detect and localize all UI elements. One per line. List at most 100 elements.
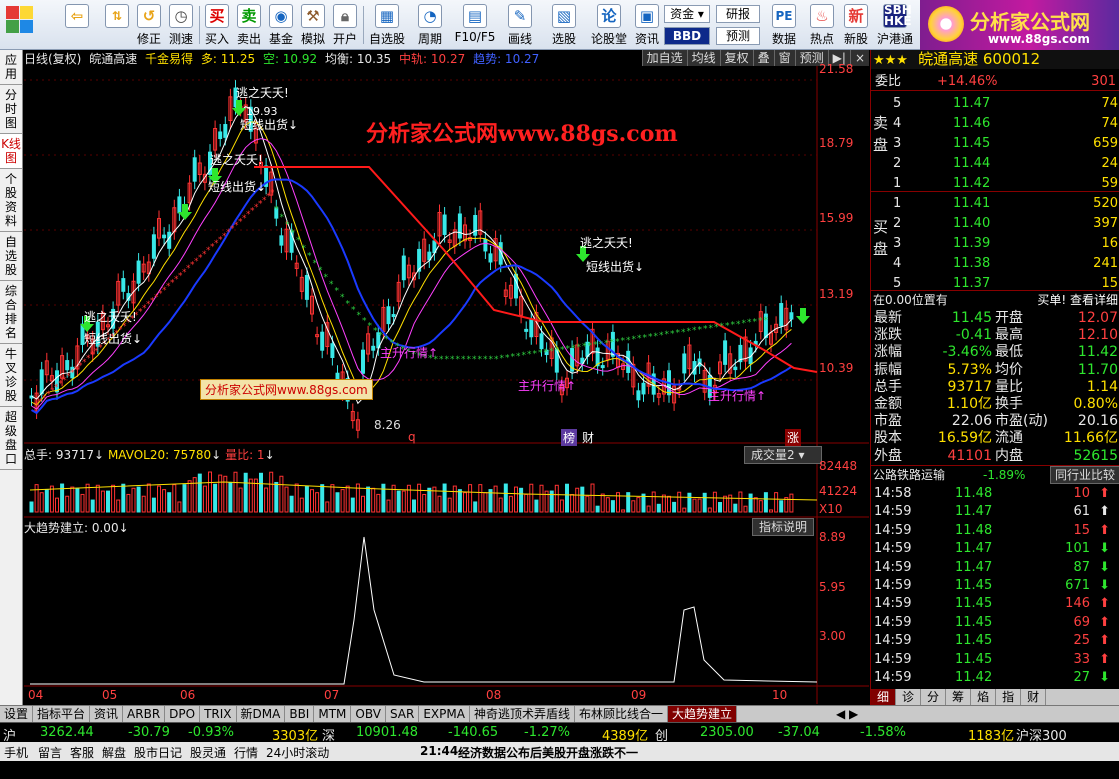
tab-apps[interactable]: 应用	[0, 50, 22, 85]
indicator-tab[interactable]: BBI	[285, 706, 315, 722]
news-button[interactable]: ▣ 资讯	[632, 3, 662, 47]
industry-name[interactable]: 公路铁路运输	[873, 468, 945, 482]
indicator-tab[interactable]: 新DMA	[237, 706, 286, 722]
kline-canvas[interactable]: * * * * * * * * * * * * * * * * * * * * * * * * * * * * * * * * * * * * * * * *…	[24, 50, 869, 705]
capital-button[interactable]: 资金 ▾	[664, 5, 710, 23]
event-tag[interactable]: 财	[582, 429, 594, 446]
tab-profile[interactable]: 个股资料	[0, 169, 22, 232]
hot-button[interactable]: ♨ 热点	[806, 3, 838, 47]
indicator-tab[interactable]: DPO	[165, 706, 201, 722]
indicator-tab[interactable]: 设置	[0, 706, 34, 722]
quote-tab[interactable]: 筹	[946, 689, 972, 705]
indicator-tab[interactable]: 神奇逃顶术弄盾线	[470, 706, 575, 722]
indicator-tab[interactable]: 资讯	[90, 706, 124, 722]
quotes-link[interactable]: 行情	[234, 744, 258, 761]
new-stock-button[interactable]: 新 新股	[840, 3, 872, 47]
sell-level-row[interactable]: 5 11.47 74	[871, 94, 1119, 113]
sell-button[interactable]: 卖 卖出	[234, 3, 264, 47]
buy-level-row[interactable]: 3 11.39 16	[871, 234, 1119, 253]
stat-label: 量比	[995, 378, 1023, 395]
indicator-tab[interactable]: 大趋势建立	[667, 706, 737, 722]
period-button[interactable]: ◔ 周期	[412, 3, 448, 47]
indicator-tab[interactable]: SAR	[386, 706, 420, 722]
tab-kline[interactable]: K线图	[0, 134, 22, 169]
back-button[interactable]: ⇦	[62, 3, 92, 47]
revise-button[interactable]: ↺ 修正	[134, 3, 164, 47]
forum-button[interactable]: 论 论股堂	[588, 3, 630, 47]
quote-tab[interactable]: 诊	[896, 689, 922, 705]
tick-volume: 33	[1073, 651, 1090, 667]
forecast-button[interactable]: 预测	[716, 27, 760, 45]
quote-tab[interactable]: 焰	[971, 689, 997, 705]
quote-tab[interactable]: 分	[921, 689, 947, 705]
watchlist-button[interactable]: ▦ 自选股	[366, 3, 408, 47]
tab-diagnosis[interactable]: 牛叉诊股	[0, 344, 22, 407]
indicator-tab[interactable]: ARBR	[123, 706, 166, 722]
period-label[interactable]: 日线(复权)	[24, 52, 81, 66]
window-button[interactable]: 窗	[773, 50, 795, 66]
overlay-button[interactable]: 叠	[752, 50, 774, 66]
kline-chart[interactable]: * * * * * * * * * * * * * * * * * * * * * * * * * * * * * * * * * * * * * * * *…	[24, 50, 869, 705]
message-link[interactable]: 留言	[38, 744, 62, 761]
tab-scroll-arrows-icon[interactable]: ◀ ▶	[836, 706, 858, 722]
buy-level-row[interactable]: 4 11.38 241	[871, 254, 1119, 273]
quote-tab[interactable]: 财	[1021, 689, 1047, 705]
indicator-tab[interactable]: 指标平台	[33, 706, 91, 722]
industry-compare-button[interactable]: 同行业比较	[1049, 466, 1119, 484]
bbd-button[interactable]: BBD	[664, 27, 710, 45]
service-link[interactable]: 客服	[70, 744, 94, 761]
diary-link[interactable]: 股市日记	[134, 744, 182, 761]
sell-level-row[interactable]: 4 11.46 74	[871, 114, 1119, 133]
volume-bar	[738, 491, 743, 513]
rolling-news-link[interactable]: 24小时滚动	[266, 744, 329, 761]
event-tag[interactable]: 涨	[785, 429, 802, 446]
buy-level-row[interactable]: 2 11.40 397	[871, 214, 1119, 233]
volume-bar	[325, 501, 330, 513]
adjust-button[interactable]: 复权	[719, 50, 753, 66]
indicator-tab[interactable]: 布林顾比线合一	[575, 706, 668, 722]
tick-row: 14:59 11.47 87 ⬇	[871, 559, 1119, 577]
analysis-link[interactable]: 解盘	[102, 744, 126, 761]
sell-level-row[interactable]: 2 11.44 24	[871, 154, 1119, 173]
gulingtong-link[interactable]: 股灵通	[190, 744, 226, 761]
add-watchlist-button[interactable]: 加自选	[641, 50, 687, 66]
tab-ranking[interactable]: 综合排名	[0, 281, 22, 344]
buy-button[interactable]: 买 买入	[202, 3, 232, 47]
open-account-button[interactable]: 🔒︎ 开户	[330, 3, 360, 47]
app-logo-icon[interactable]	[6, 6, 46, 44]
buy-level-row[interactable]: 1 11.41 520	[871, 194, 1119, 213]
volume-bar	[213, 483, 218, 513]
indicator-tab[interactable]: EXPMA	[419, 706, 470, 722]
quote-tab[interactable]: 指	[996, 689, 1022, 705]
indicator-tab[interactable]: MTM	[314, 706, 352, 722]
event-tag[interactable]: 榜	[561, 429, 578, 446]
indicator-tab[interactable]: OBV	[351, 706, 386, 722]
tick-volume: 27	[1073, 670, 1090, 685]
stock-picker-button[interactable]: ▧ 选股	[546, 3, 582, 47]
position-detail-link[interactable]: 买单! 查看详细	[1037, 291, 1118, 310]
indicator-tab[interactable]: TRIX	[200, 706, 237, 722]
f10-button[interactable]: ▤ F10/F5	[452, 3, 498, 47]
sell-level-row[interactable]: 3 11.45 659	[871, 134, 1119, 153]
fund-button[interactable]: ◉ 基金	[266, 3, 296, 47]
stat-value: 12.10	[1077, 327, 1118, 344]
ma-button[interactable]: 均线	[686, 50, 720, 66]
up-down-button[interactable]: ⇅	[104, 3, 130, 47]
volume-bar	[381, 483, 386, 513]
data-button[interactable]: PE 数据	[766, 3, 802, 47]
event-tag[interactable]: q	[408, 430, 416, 444]
shhk-button[interactable]: SBH HKE 沪港通	[874, 3, 916, 47]
tab-intraday[interactable]: 分时图	[0, 85, 22, 134]
tab-watchlist[interactable]: 自选股	[0, 232, 22, 281]
draw-line-button[interactable]: ✎ 画线	[502, 3, 538, 47]
news-headline[interactable]: 经济数据公布后美股开盘涨跌不一	[458, 744, 638, 761]
indicator-help-button[interactable]: 指标说明	[752, 518, 815, 536]
speedtest-button[interactable]: ◷ 测速	[166, 3, 196, 47]
quote-tab[interactable]: 细	[871, 689, 897, 705]
simulate-button[interactable]: ⚒ 模拟	[298, 3, 328, 47]
tab-level2[interactable]: 超级盘口	[0, 407, 22, 470]
volume-bar	[514, 486, 518, 513]
research-button[interactable]: 研报	[716, 5, 760, 23]
mobile-link[interactable]: 手机	[4, 744, 28, 761]
volume-selector[interactable]: 成交量2 ▾	[744, 446, 822, 464]
